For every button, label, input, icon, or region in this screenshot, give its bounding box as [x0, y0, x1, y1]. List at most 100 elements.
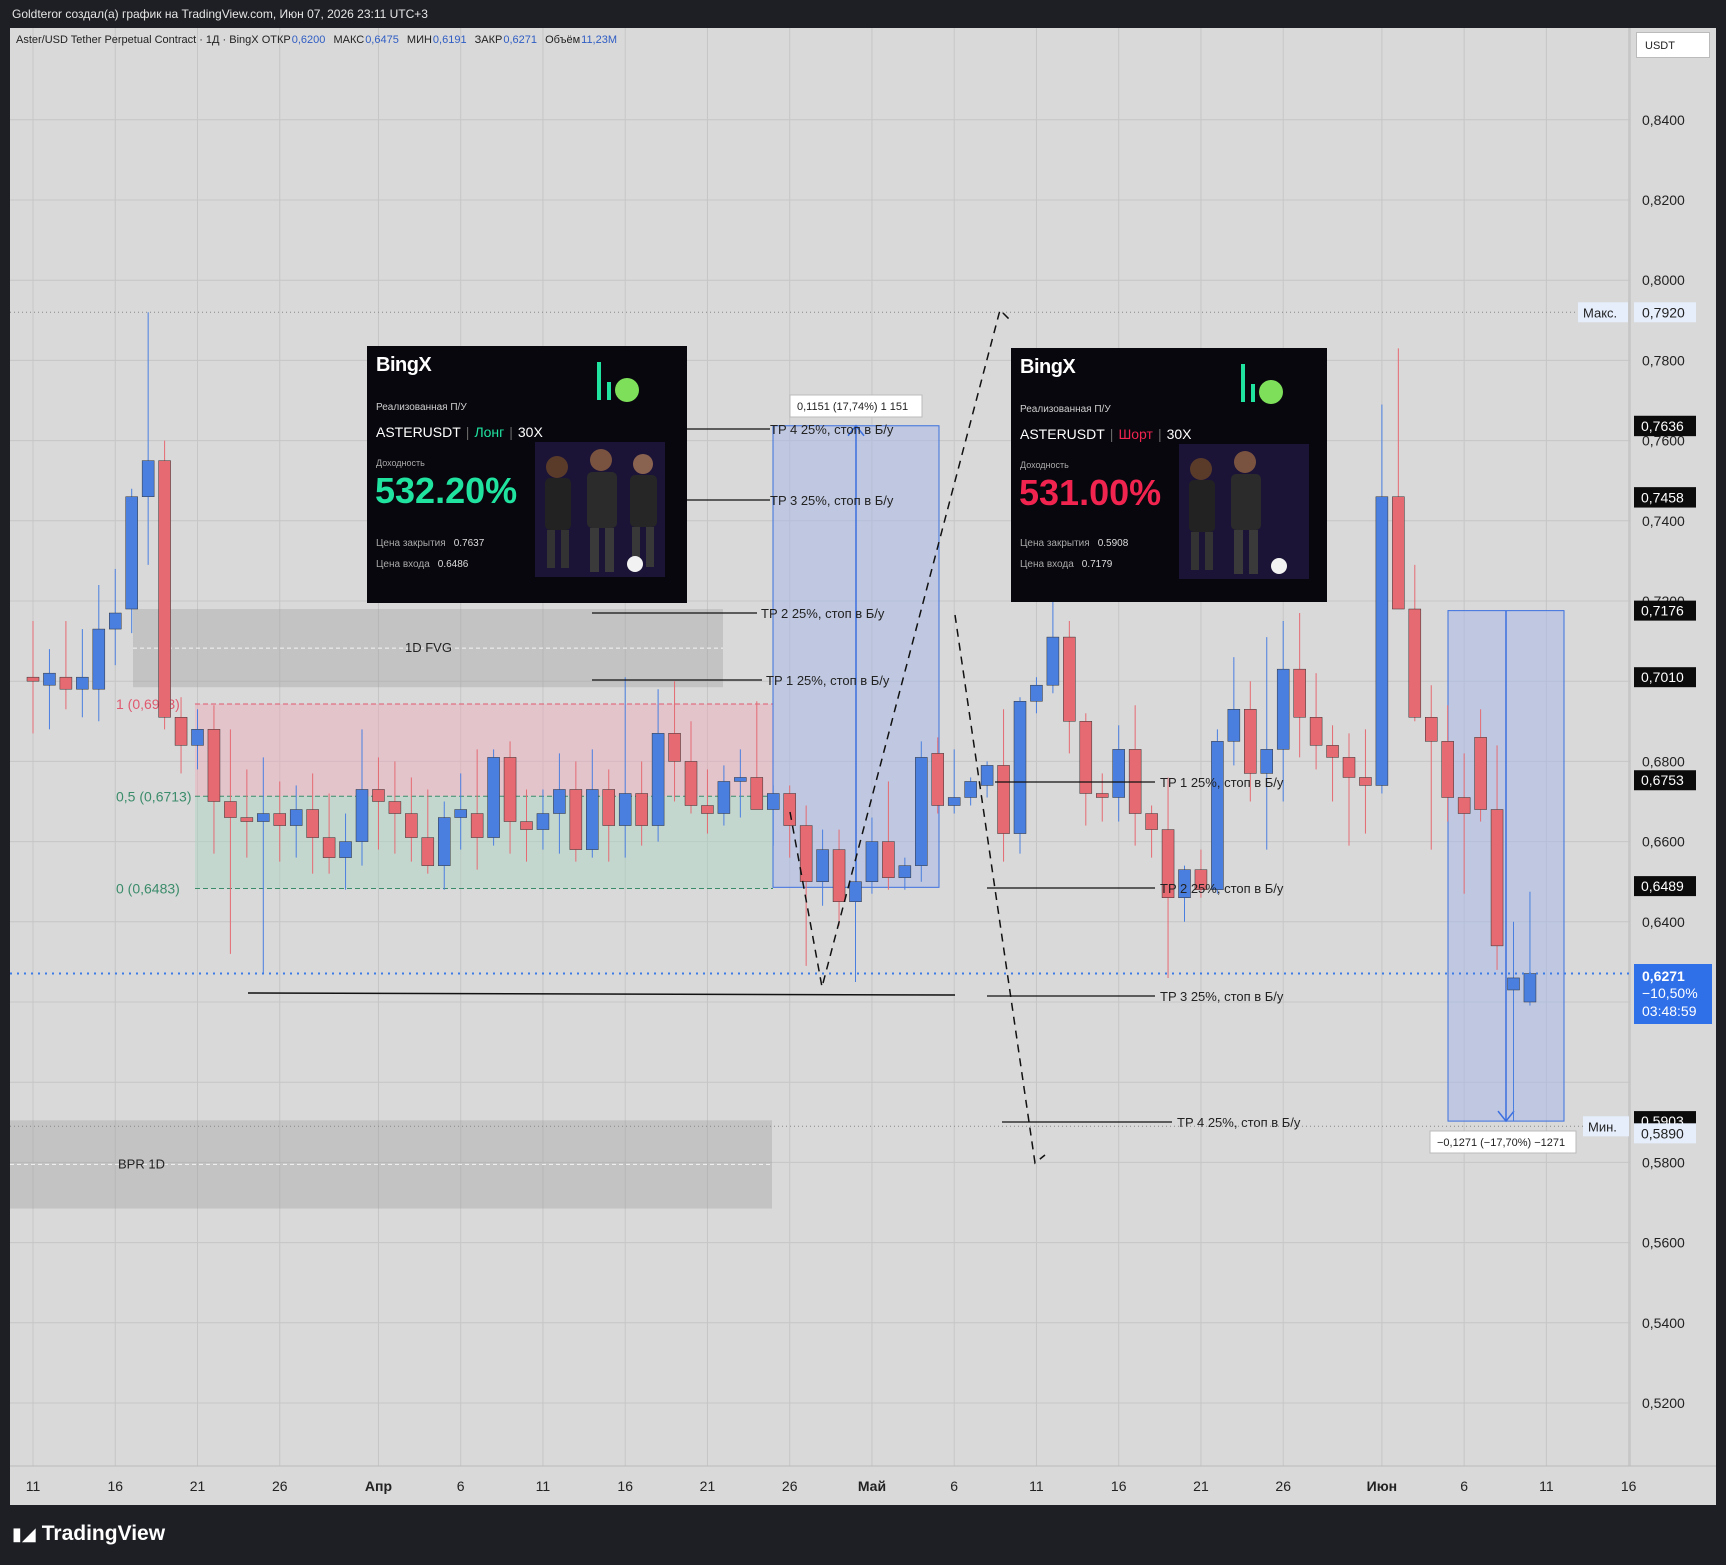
candle-up [651, 733, 665, 826]
candle-down [668, 733, 681, 762]
candle-down [1063, 636, 1076, 722]
candle-down [1342, 757, 1356, 778]
price-tag: 0,7458 [1641, 490, 1684, 506]
candle-up [1211, 741, 1224, 890]
candle-down [1293, 668, 1306, 718]
open-label: ОТКР [261, 34, 291, 46]
tradingview-logo[interactable]: ▮◢ TradingView [12, 1522, 165, 1546]
candle-up [339, 841, 352, 858]
time-tick-label: 26 [1275, 1478, 1291, 1494]
candle-up [1046, 636, 1060, 686]
close-price-label: Цена закрытия [376, 538, 446, 549]
current-price-countdown: 03:48:59 [1642, 1003, 1697, 1019]
candle-down [1490, 809, 1504, 947]
close-price-value: 0.5908 [1097, 538, 1129, 549]
min-label: Мин. [1588, 1119, 1617, 1134]
position-line: ASTERUSDT | Лонг | 30X [376, 424, 543, 440]
candle-down [931, 753, 944, 806]
candle-down [783, 793, 796, 826]
candle-up [865, 841, 879, 882]
close-label: ЗАКР [474, 34, 503, 46]
candle-up [43, 672, 56, 686]
price-tick-label: 0,8400 [1642, 112, 1685, 128]
candle-up [1260, 749, 1273, 774]
zone-label: BPR 1D [118, 1156, 165, 1171]
entry-price-row: Цена входа 0.6486 [376, 559, 468, 570]
time-tick-label: 6 [457, 1478, 465, 1494]
candle-up [454, 809, 467, 818]
high-label: МАКС [333, 34, 365, 46]
currency-selector[interactable]: USDT [1636, 32, 1710, 58]
time-tick-label: 16 [1111, 1478, 1127, 1494]
candle-down [1425, 717, 1438, 742]
return-percent: 532.20% [375, 470, 518, 511]
candle-up [1507, 977, 1520, 991]
close-price-row: Цена закрытия 0.7637 [376, 538, 484, 549]
bingx-mark-icon [597, 362, 639, 402]
footer-bar [0, 1505, 1726, 1565]
close-price-row: Цена закрытия 0.5908 [1020, 538, 1128, 549]
candle-down [1408, 608, 1422, 718]
candle-down [832, 849, 846, 902]
candle-up [109, 612, 122, 630]
candle-up [816, 849, 829, 882]
candle-up [92, 628, 106, 690]
entry-price-value: 0.6486 [437, 559, 469, 570]
football-players-image [535, 442, 665, 577]
price-tick-label: 0,6600 [1642, 834, 1685, 850]
support-line [247, 992, 956, 996]
short-measure-label: −0,1271 (−17,70%) −1271 [1437, 1137, 1565, 1149]
candle-up [980, 765, 994, 786]
close-value: 0,6271 [503, 34, 538, 46]
time-tick-label: 6 [950, 1478, 958, 1494]
candle-down [997, 765, 1010, 834]
candle-down [701, 805, 714, 814]
candle-down [1359, 777, 1372, 786]
price-tick-label: 0,6800 [1642, 753, 1685, 769]
tp-label: TP 1 25%, стоп в Б/у [1160, 775, 1284, 790]
candle-down [322, 837, 336, 858]
candle-up [487, 757, 500, 838]
tp-label: TP 2 25%, стоп в Б/у [1160, 881, 1284, 896]
time-tick-label: Апр [365, 1478, 392, 1494]
tradingview-brand: TradingView [41, 1522, 166, 1545]
time-tick-label: 26 [272, 1478, 288, 1494]
price-tick-label: 0,7400 [1642, 513, 1685, 529]
candle-down [174, 717, 188, 746]
tp-label: TP 4 25%, стоп в Б/у [770, 422, 894, 437]
candle-down [1441, 741, 1454, 798]
time-tick-label: 16 [1621, 1478, 1637, 1494]
candle-up [947, 797, 961, 806]
return-percent: 531.00% [1019, 472, 1162, 513]
tv-mark-icon: ▮◢ [12, 1524, 36, 1544]
candle-up [1227, 709, 1241, 742]
price-chart[interactable]: 1D FVGBPR 1D1 (0,6943)0,5 (0,6713)0 (0,6… [0, 0, 1726, 1565]
candle-up [915, 757, 928, 866]
tp-label: TP 3 25%, стоп в Б/у [770, 493, 894, 508]
low-value: 0,6191 [432, 34, 467, 46]
candle-up [1375, 496, 1389, 786]
short-pnl-card: BingX Реализованная П/У ASTERUSDT | Шорт | 3… [1011, 348, 1327, 602]
candle-down [882, 841, 895, 878]
candle-up [125, 496, 138, 610]
symbol-title: Aster/USD Tether Perpetual Contract · 1Д… [16, 34, 259, 46]
candle-down [635, 793, 648, 826]
high-value: 0,6475 [365, 34, 399, 46]
tp-label: TP 4 25%, стоп в Б/у [1177, 1115, 1301, 1130]
candle-down [388, 801, 402, 814]
time-tick-label: 21 [700, 1478, 716, 1494]
candle-up [717, 781, 731, 814]
candle-down [240, 817, 254, 822]
candle-down [273, 813, 286, 826]
entry-price-value: 0.7179 [1081, 559, 1113, 570]
candle-up [141, 460, 155, 497]
return-label: Доходность [1020, 460, 1069, 470]
tp-label: TP 3 25%, стоп в Б/у [1160, 989, 1284, 1004]
current-price-change: −10,50% [1642, 985, 1698, 1001]
entry-price-row: Цена входа 0.7179 [1020, 559, 1112, 570]
candle-up [964, 781, 977, 798]
fib-level-label: 0,5 (0,6713) [116, 788, 192, 804]
candle-up [257, 813, 270, 822]
tp-label: TP 2 25%, стоп в Б/у [761, 606, 885, 621]
price-tag: 0,6489 [1641, 878, 1684, 894]
